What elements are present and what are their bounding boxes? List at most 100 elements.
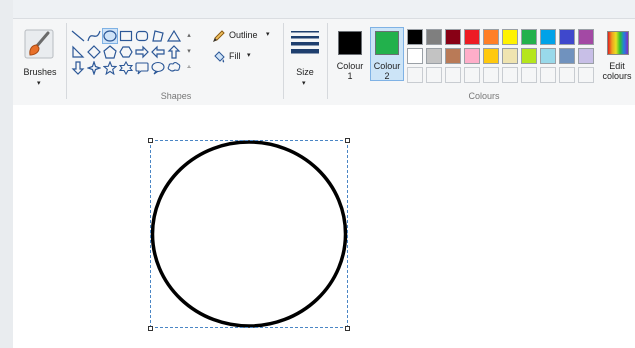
custom-colour-slot[interactable] xyxy=(407,67,423,83)
colour-2-label: Colour 2 xyxy=(370,61,404,81)
colour-1-label: Colour 1 xyxy=(333,61,367,81)
right-arrow-shape-icon[interactable] xyxy=(135,45,149,59)
left-arrow-shape-icon[interactable] xyxy=(151,45,165,59)
chevron-down-icon: ▾ xyxy=(37,80,41,87)
custom-colour-slot[interactable] xyxy=(502,67,518,83)
rectangle-shape-icon[interactable] xyxy=(119,29,133,43)
shapes-gallery: ▴ ▾ ⩡ xyxy=(71,28,201,79)
gallery-scroll-down-icon[interactable]: ▾ xyxy=(184,45,194,59)
palette-swatch[interactable] xyxy=(521,48,537,64)
custom-colour-slot[interactable] xyxy=(426,67,442,83)
custom-colour-slot[interactable] xyxy=(559,67,575,83)
edit-colours-label: Edit colours xyxy=(599,61,635,81)
colour-1-button[interactable]: Colour 1 xyxy=(333,27,367,81)
palette-swatch[interactable] xyxy=(521,29,537,45)
custom-colour-slot[interactable] xyxy=(483,67,499,83)
pentagon-shape-icon[interactable] xyxy=(103,45,117,59)
palette-swatch[interactable] xyxy=(426,29,442,45)
colour-2-label-line1: Colour xyxy=(373,61,401,71)
six-point-star-shape-icon[interactable] xyxy=(119,61,133,75)
fill-label: Fill xyxy=(229,51,241,61)
cloud-callout-shape-icon[interactable] xyxy=(167,61,181,75)
hexagon-shape-icon[interactable] xyxy=(119,45,133,59)
gallery-expand-icon[interactable]: ⩡ xyxy=(184,61,194,75)
brushes-label: Brushes xyxy=(23,67,57,77)
separator xyxy=(66,23,67,99)
palette-swatch[interactable] xyxy=(502,29,518,45)
colour-2-button[interactable]: Colour 2 xyxy=(370,27,404,81)
edit-colours-label-line1: Edit xyxy=(609,61,625,71)
palette-swatch[interactable] xyxy=(540,48,556,64)
resize-handle-bottom-left[interactable] xyxy=(148,326,153,331)
outline-label: Outline xyxy=(229,30,258,40)
palette-swatch[interactable] xyxy=(445,48,461,64)
palette-swatch[interactable] xyxy=(578,29,594,45)
custom-colour-slot[interactable] xyxy=(464,67,480,83)
triangle-shape-icon[interactable] xyxy=(167,29,181,43)
size-button[interactable]: Size ▾ xyxy=(287,23,323,87)
palette-swatch[interactable] xyxy=(407,48,423,64)
rounded-rectangle-shape-icon[interactable] xyxy=(135,29,149,43)
palette-swatch[interactable] xyxy=(502,48,518,64)
resize-handle-bottom-right[interactable] xyxy=(345,326,350,331)
oval-callout-shape-icon[interactable] xyxy=(151,61,165,75)
paintbrush-icon xyxy=(24,29,54,59)
custom-colour-slot[interactable] xyxy=(578,67,594,83)
custom-colour-slot[interactable] xyxy=(521,67,537,83)
outline-dropdown[interactable]: Outline ▾ xyxy=(212,29,278,43)
down-arrow-shape-icon[interactable] xyxy=(71,61,85,75)
colour-1-chip xyxy=(338,31,362,55)
edit-colours-button[interactable]: Edit colours xyxy=(599,27,635,91)
polygon-shape-icon[interactable] xyxy=(151,29,165,43)
palette-swatch[interactable] xyxy=(559,48,575,64)
line-shape-icon[interactable] xyxy=(71,29,85,43)
chevron-down-icon: ▾ xyxy=(247,52,251,59)
colour-1-label-line1: Colour xyxy=(336,61,364,71)
custom-colour-slot[interactable] xyxy=(445,67,461,83)
size-label: Size xyxy=(296,67,314,77)
window-left-edge xyxy=(0,0,13,348)
diamond-shape-icon[interactable] xyxy=(87,45,101,59)
four-point-star-shape-icon[interactable] xyxy=(87,61,101,75)
colour-1-label-line2: 1 xyxy=(347,71,353,81)
rainbow-palette-icon xyxy=(607,31,629,55)
resize-handle-top-right[interactable] xyxy=(345,138,350,143)
separator xyxy=(327,23,328,99)
edit-colours-label-line2: colours xyxy=(602,71,632,81)
colour-palette xyxy=(407,29,603,85)
right-triangle-shape-icon[interactable] xyxy=(71,45,85,59)
palette-swatch[interactable] xyxy=(464,29,480,45)
colours-group-label: Colours xyxy=(468,91,500,101)
palette-swatch[interactable] xyxy=(445,29,461,45)
oval-shape-icon[interactable] xyxy=(102,28,118,44)
palette-swatch[interactable] xyxy=(540,29,556,45)
palette-swatch[interactable] xyxy=(483,29,499,45)
rounded-callout-shape-icon[interactable] xyxy=(135,61,149,75)
brushes-button[interactable]: Brushes ▾ xyxy=(17,23,63,87)
palette-swatch[interactable] xyxy=(578,48,594,64)
palette-swatch[interactable] xyxy=(407,29,423,45)
colour-2-chip xyxy=(375,31,399,55)
shapes-group-label: Shapes xyxy=(160,91,192,101)
resize-handle-top-left[interactable] xyxy=(148,138,153,143)
palette-swatch[interactable] xyxy=(426,48,442,64)
palette-swatch[interactable] xyxy=(559,29,575,45)
palette-swatch[interactable] xyxy=(483,48,499,64)
chevron-down-icon: ▾ xyxy=(302,80,306,87)
fill-dropdown[interactable]: Fill ▾ xyxy=(212,50,278,64)
selection-box[interactable] xyxy=(150,140,348,328)
paint-bucket-icon xyxy=(212,50,226,66)
up-arrow-shape-icon[interactable] xyxy=(167,45,181,59)
pencil-icon xyxy=(212,29,226,45)
gallery-scroll-up-icon[interactable]: ▴ xyxy=(184,29,194,43)
line-width-icon xyxy=(291,29,319,55)
palette-swatch[interactable] xyxy=(464,48,480,64)
chevron-down-icon: ▾ xyxy=(266,31,270,38)
colour-2-label-line2: 2 xyxy=(384,71,390,81)
curve-shape-icon[interactable] xyxy=(87,29,101,43)
home-ribbon: Brushes ▾ ▴ ▾ ⩡ Outline ▾ Fill ▾ Shapes … xyxy=(13,18,635,106)
five-point-star-shape-icon[interactable] xyxy=(103,61,117,75)
custom-colour-slot[interactable] xyxy=(540,67,556,83)
paint-window: Brushes ▾ ▴ ▾ ⩡ Outline ▾ Fill ▾ Shapes … xyxy=(0,0,635,348)
separator xyxy=(283,23,284,99)
